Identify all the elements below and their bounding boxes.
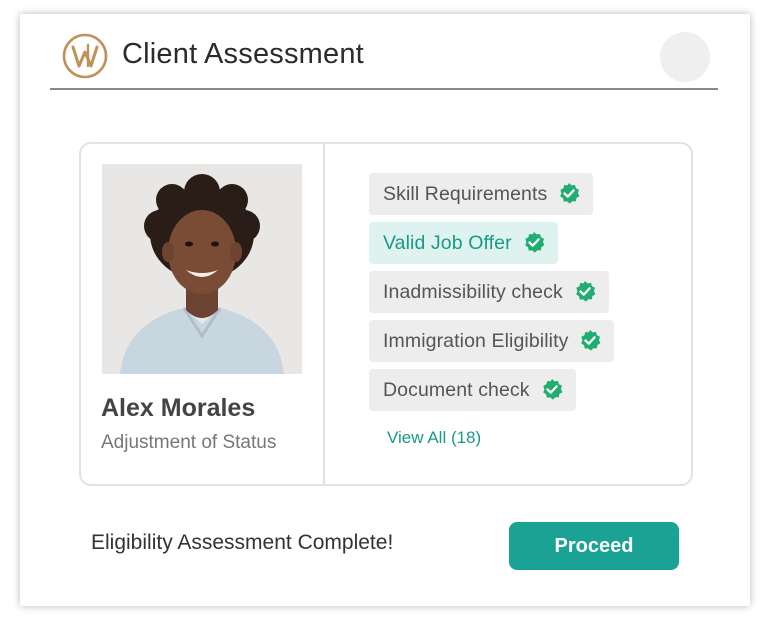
verified-check-icon <box>542 379 563 400</box>
verified-check-icon <box>560 183 580 204</box>
client-case-type: Adjustment of Status <box>101 432 277 453</box>
client-panel: Alex Morales Adjustment of Status Skill … <box>79 142 693 486</box>
check-item-valid-job-offer[interactable]: Valid Job Offer <box>369 222 558 264</box>
check-item-label: Immigration Eligibility <box>383 329 569 352</box>
verified-check-icon <box>576 281 596 302</box>
client-name: Alex Morales <box>101 394 256 422</box>
page-title: Client Assessment <box>122 38 364 70</box>
view-all-link[interactable]: View All (18) <box>387 428 481 448</box>
proceed-button[interactable]: Proceed <box>509 522 679 570</box>
verified-check-icon <box>581 330 601 351</box>
checklist: Skill Requirements Valid Job Offer Inadm… <box>369 173 615 448</box>
header: Client Assessment <box>50 30 718 90</box>
check-item-document-check[interactable]: Document check <box>369 369 576 411</box>
check-item-label: Document check <box>383 378 530 401</box>
check-item-skill-requirements[interactable]: Skill Requirements <box>369 173 594 215</box>
client-photo-image <box>102 164 302 374</box>
assessment-status-text: Eligibility Assessment Complete! <box>91 531 394 554</box>
user-avatar[interactable] <box>660 32 710 82</box>
check-item-label: Valid Job Offer <box>383 231 512 254</box>
client-photo <box>102 164 302 374</box>
circled-w-logo-icon <box>62 33 108 79</box>
check-item-inadmissibility[interactable]: Inadmissibility check <box>369 271 609 313</box>
verified-check-icon <box>524 232 545 253</box>
panel-divider <box>323 144 325 484</box>
check-item-label: Inadmissibility check <box>383 280 563 303</box>
check-item-label: Skill Requirements <box>383 182 548 205</box>
check-item-immigration-eligibility[interactable]: Immigration Eligibility <box>369 320 615 362</box>
